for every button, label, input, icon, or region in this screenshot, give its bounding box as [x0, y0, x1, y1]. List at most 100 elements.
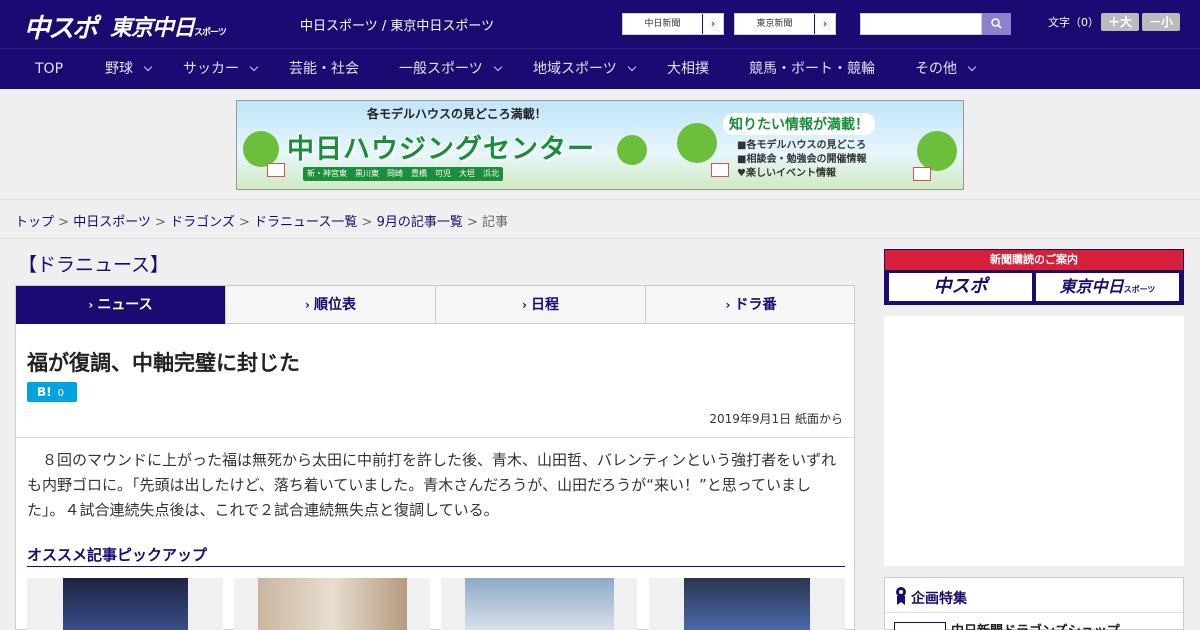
- tab-label: ニュース: [97, 297, 153, 313]
- banner-text-4: ■各モデルハウスの見どころ ■相談会・勉強会の開催情報 ♥楽しいイベント情報: [737, 139, 866, 181]
- divider: [27, 566, 845, 567]
- font-smaller-button[interactable]: －小: [1142, 13, 1180, 31]
- tokyo-chunichi-logo[interactable]: 東京中日スポーツ: [110, 10, 227, 42]
- tab-reporter[interactable]: › ドラ番: [646, 286, 856, 324]
- nav-item-racing[interactable]: 競馬・ボート・競輪: [749, 49, 875, 90]
- chevron-right-icon: ›: [710, 17, 716, 30]
- sidebar-ad: [884, 316, 1184, 566]
- hatena-bookmark-button[interactable]: B! 0: [27, 382, 77, 402]
- nav-item-baseball[interactable]: 野球: [105, 49, 153, 90]
- tokyo-shimbun-link[interactable]: 東京新聞 ›: [734, 13, 836, 35]
- pickup-card[interactable]: [234, 578, 430, 630]
- chuspo-logo[interactable]: 中スポ: [24, 8, 98, 45]
- chevron-down-icon: [493, 62, 502, 72]
- chevron-right-icon: ›: [88, 298, 94, 312]
- nav-item-local-sports[interactable]: 地域スポーツ: [533, 49, 636, 90]
- chevron-right-icon: ›: [305, 298, 310, 312]
- tree-decoration: [243, 131, 279, 167]
- nav-item-label: その他: [915, 61, 957, 77]
- main-nav: TOP 野球 サッカー 芸能・社会 一般スポーツ 地域スポーツ 大相撲 競馬・ボ…: [0, 48, 1200, 89]
- chevron-down-icon: [627, 62, 636, 72]
- housing-center-banner[interactable]: 各モデルハウスの見どころ満載！ 中日ハウジングセンター 知りたい情報が満載！ ■…: [236, 100, 964, 190]
- chevron-right-icon: ›: [522, 298, 527, 312]
- banner-bullet-2: ■相談会・勉強会の開催情報: [737, 154, 867, 165]
- feature-box: 企画特集 中日新聞ドラゴンズショップ: [884, 577, 1184, 630]
- nav-item-entertainment[interactable]: 芸能・社会: [289, 49, 359, 90]
- tree-decoration: [917, 131, 957, 171]
- nav-item-label: 大相撲: [667, 61, 709, 77]
- nav-item-general-sports[interactable]: 一般スポーツ: [399, 49, 502, 90]
- breadcrumb-september-list[interactable]: 9月の記事一覧: [377, 215, 463, 230]
- subscription-logo-tokyo-sub: スポーツ: [1123, 285, 1156, 294]
- breadcrumb: トップ > 中日スポーツ > ドラゴンズ > ドラニュース一覧 > 9月の記事一…: [15, 211, 508, 230]
- breadcrumb-sep: >: [234, 215, 255, 230]
- article-headline: 福が復調、中軸完璧に封じた: [27, 351, 300, 375]
- pickup-card[interactable]: [27, 578, 223, 630]
- hatena-count: 0: [57, 388, 64, 399]
- banner-towns: 新・神宮東 黒川東 岡崎 豊橋 可児 大垣 浜北: [303, 167, 503, 181]
- nav-item-soccer[interactable]: サッカー: [183, 49, 259, 90]
- nav-item-top[interactable]: TOP: [35, 49, 63, 90]
- search-input[interactable]: [860, 13, 982, 35]
- tab-standings[interactable]: › 順位表: [226, 286, 436, 324]
- font-larger-button[interactable]: ＋大: [1101, 13, 1139, 31]
- tokyo-chunichi-logo-sub: スポーツ: [194, 28, 227, 38]
- search-button[interactable]: [982, 13, 1011, 35]
- nav-item-label: 地域スポーツ: [533, 61, 617, 77]
- breadcrumb-dora-news-list[interactable]: ドラニュース一覧: [254, 215, 357, 230]
- subscription-logo-chuspo[interactable]: 中スポ: [889, 273, 1032, 301]
- tab-schedule[interactable]: › 日程: [436, 286, 646, 324]
- tree-decoration: [617, 135, 647, 165]
- tab-label: 順位表: [313, 297, 356, 313]
- banner-text-1: 各モデルハウスの見どころ満載！: [367, 107, 547, 121]
- site-header: 中スポ 東京中日スポーツ 中日スポーツ / 東京中日スポーツ 中日新聞 › 東京…: [0, 0, 1200, 48]
- breadcrumb-sep: >: [462, 215, 483, 230]
- chevron-right-icon: ›: [725, 298, 731, 312]
- pickup-thumbnail: [684, 578, 810, 630]
- chevron-down-icon: [967, 62, 977, 72]
- subscription-logos: 中スポ 東京中日スポーツ: [885, 270, 1183, 304]
- pickup-card[interactable]: [649, 578, 845, 630]
- house-decoration: [267, 163, 285, 177]
- feature-thumbnail: [894, 622, 946, 630]
- ribbon-icon: [896, 587, 906, 605]
- nav-item-label: TOP: [35, 61, 64, 77]
- breadcrumb-sep: >: [54, 215, 74, 230]
- feature-title: 企画特集: [911, 591, 967, 607]
- chunichi-shimbun-label: 中日新聞: [623, 14, 703, 34]
- pickup-card[interactable]: [441, 578, 637, 630]
- nav-item-label: 競馬・ボート・競輪: [749, 61, 875, 77]
- banner-area: 各モデルハウスの見どころ満載！ 中日ハウジングセンター 知りたい情報が満載！ ■…: [0, 89, 1200, 200]
- breadcrumb-current: 記事: [482, 215, 509, 230]
- subscription-box[interactable]: 新聞購読のご案内 中スポ 東京中日スポーツ: [884, 249, 1184, 305]
- tokyo-shimbun-label: 東京新聞: [735, 14, 815, 34]
- chevron-right-icon: ›: [822, 17, 828, 30]
- breadcrumb-dragons[interactable]: ドラゴンズ: [170, 215, 235, 230]
- banner-bullet-3: ♥楽しいイベント情報: [737, 168, 836, 179]
- chevron-down-icon: [249, 62, 259, 72]
- nav-item-sumo[interactable]: 大相撲: [667, 49, 709, 90]
- subscription-logo-tokyo-text: 東京中日: [1059, 277, 1124, 296]
- chunichi-shimbun-link[interactable]: 中日新聞 ›: [622, 13, 724, 35]
- pickup-thumbnail: [465, 578, 614, 630]
- banner-text-2: 中日ハウジングセンター: [287, 134, 595, 165]
- font-size-label: 文字（0）: [1048, 16, 1099, 29]
- section-title: 【ドラニュース】: [18, 254, 170, 276]
- search-icon: [991, 18, 1002, 29]
- chevron-down-icon: [143, 62, 153, 72]
- nav-item-label: 野球: [105, 61, 133, 77]
- breadcrumb-chunichi-sports[interactable]: 中日スポーツ: [73, 215, 151, 230]
- nav-item-other[interactable]: その他: [915, 49, 977, 90]
- divider: [16, 437, 854, 438]
- nav-item-label: 一般スポーツ: [399, 61, 483, 77]
- nav-item-label: 芸能・社会: [289, 61, 359, 77]
- hatena-label: B!: [37, 385, 52, 399]
- breadcrumb-top[interactable]: トップ: [15, 215, 54, 230]
- subscription-logo-tokyo[interactable]: 東京中日スポーツ: [1036, 273, 1179, 301]
- banner-text-3: 知りたい情報が満載！: [723, 113, 875, 135]
- divider: [0, 238, 1200, 239]
- house-decoration: [913, 167, 931, 181]
- tab-news[interactable]: › ニュース: [16, 286, 226, 332]
- feature-item-dragons-shop[interactable]: 中日新聞ドラゴンズショップ: [951, 620, 1120, 630]
- pickup-title: オススメ記事ピックアップ: [27, 546, 208, 564]
